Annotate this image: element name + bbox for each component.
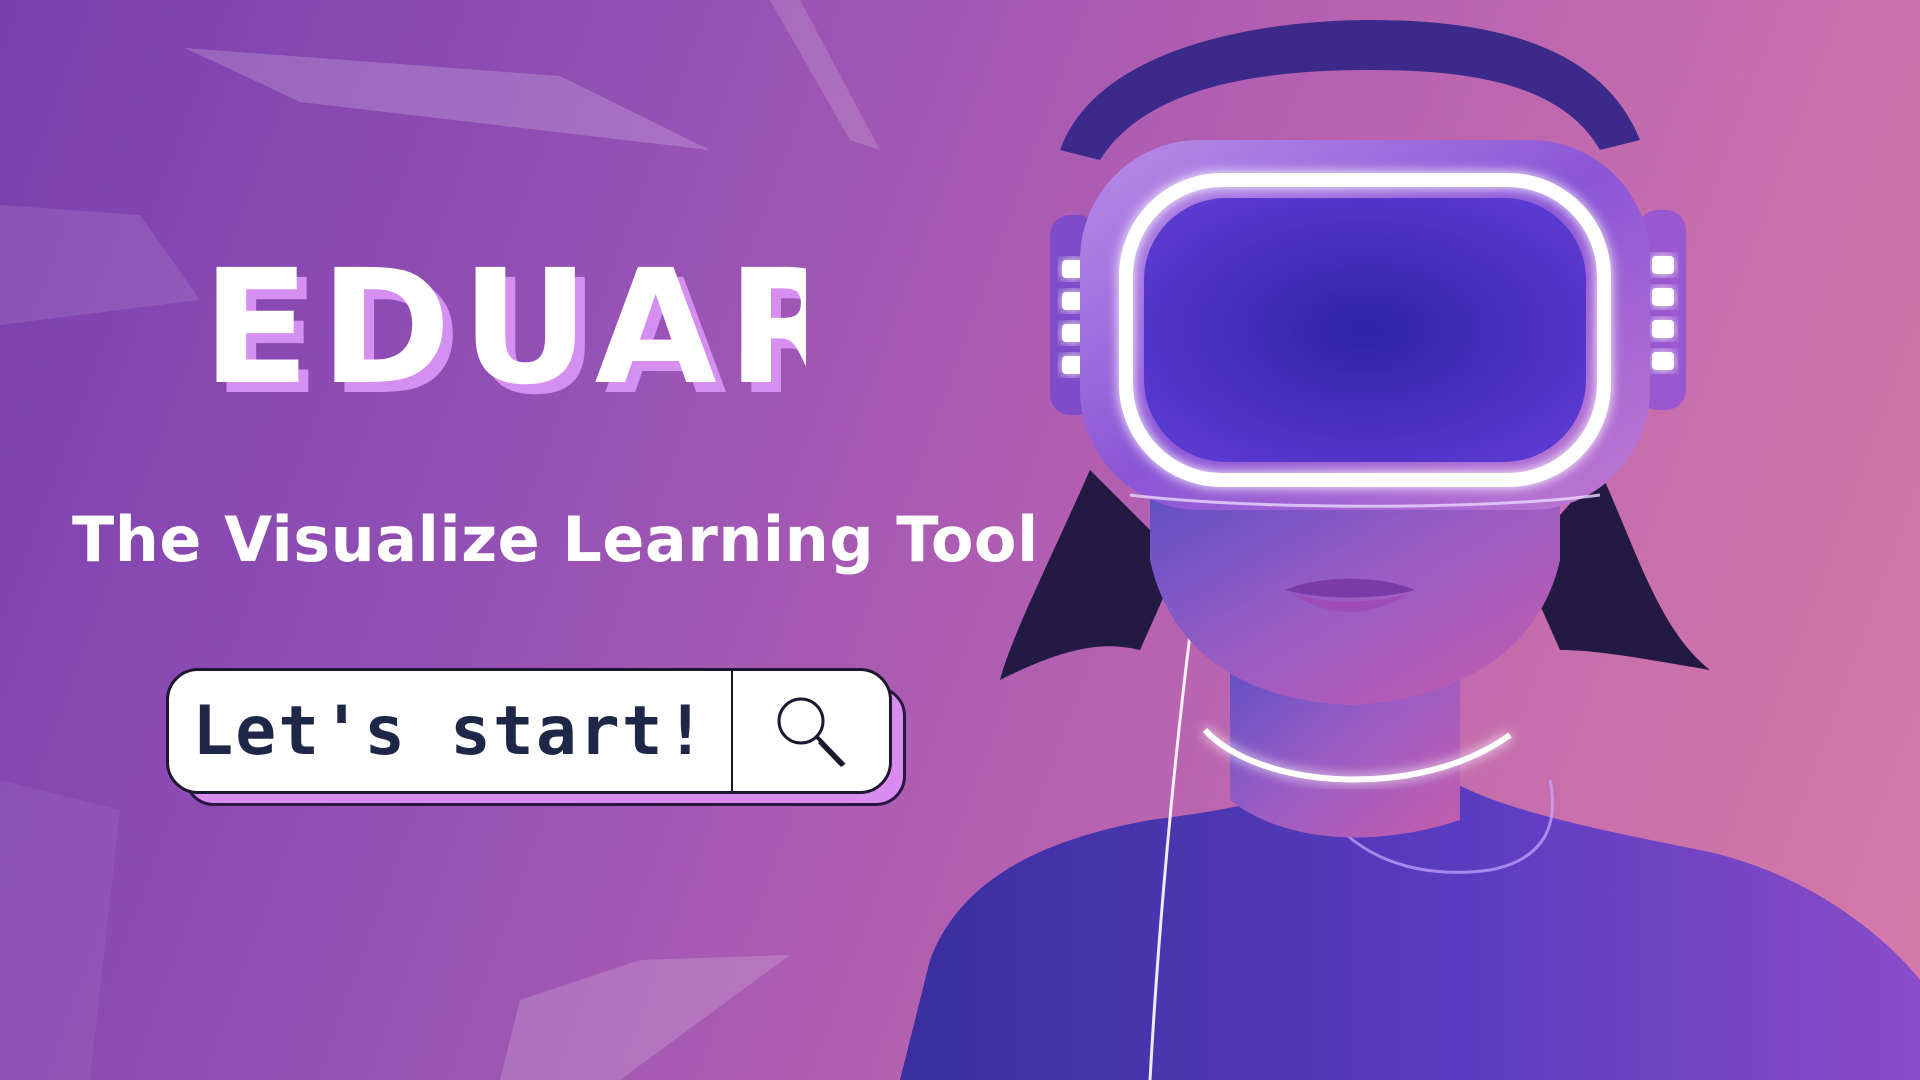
vr-headset-illustration bbox=[900, 20, 1920, 1080]
magnifier-icon bbox=[777, 697, 846, 768]
svg-text:EDUAR: EDUAR bbox=[202, 236, 806, 418]
start-label: Let's start! bbox=[192, 691, 708, 771]
start-search-bar[interactable]: Let's start! bbox=[166, 668, 892, 794]
brand-title: EDUAR EDUAR bbox=[202, 236, 806, 418]
search-button[interactable] bbox=[733, 671, 889, 791]
banner: EDUAR EDUAR The Visualize Learning Tool … bbox=[0, 0, 1920, 1080]
